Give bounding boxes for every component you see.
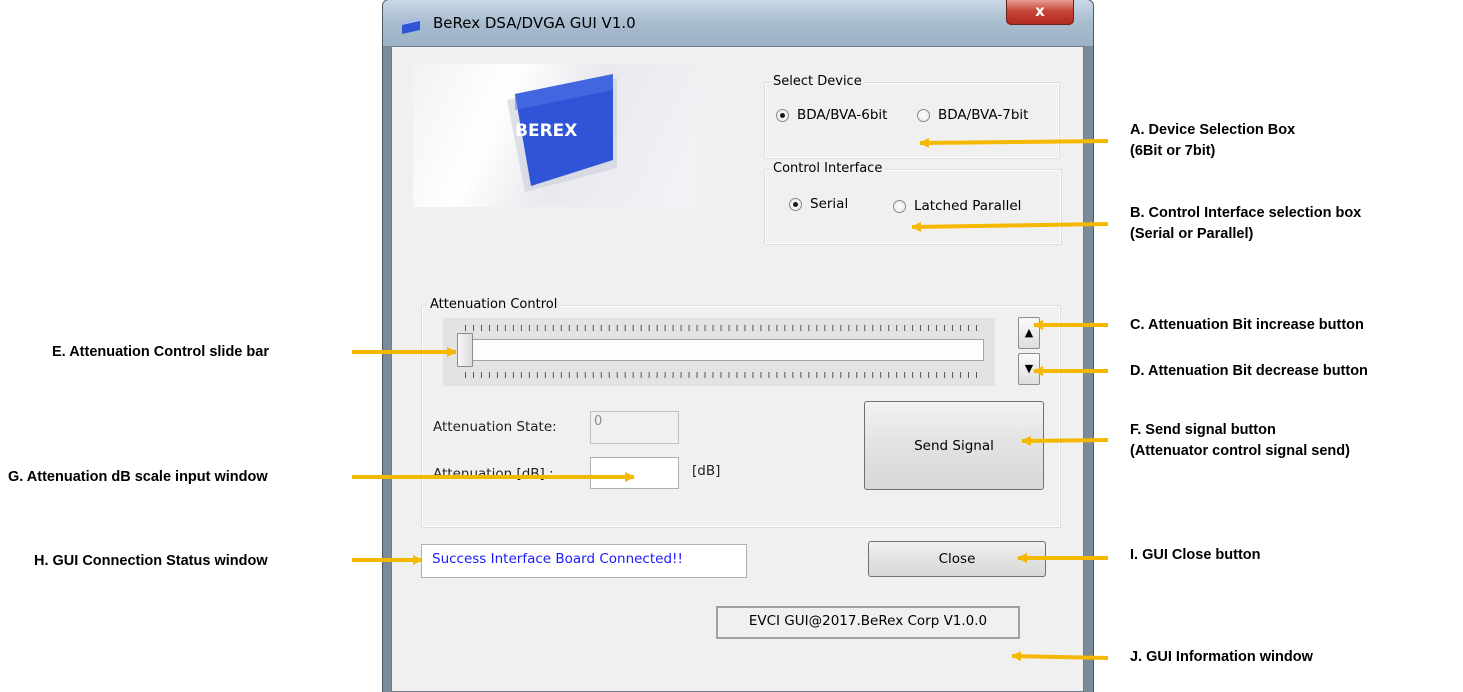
radio-latched-parallel-indicator[interactable] xyxy=(893,199,906,213)
annotation-c: C. Attenuation Bit increase button xyxy=(1130,317,1364,333)
logo-text: BEREX xyxy=(515,121,577,141)
annotation-b-line2: (Serial or Parallel) xyxy=(1130,226,1254,242)
annotation-f: F. Send signal button (Attenuator contro… xyxy=(1130,420,1350,462)
annotation-j: J. GUI Information window xyxy=(1130,649,1313,665)
berex-logo: BEREX xyxy=(507,74,617,192)
send-signal-button[interactable]: Send Signal xyxy=(864,401,1044,490)
radio-serial[interactable]: Serial xyxy=(789,196,848,212)
radio-latched-parallel[interactable]: Latched Parallel xyxy=(893,198,1021,214)
radio-6bit-indicator[interactable] xyxy=(776,108,789,122)
radio-7bit-label: BDA/BVA-7bit xyxy=(938,107,1029,123)
attenuation-state-field: 0 xyxy=(590,411,679,444)
title-bar[interactable]: BeRex DSA/DVGA GUI V1.0 x xyxy=(383,0,1093,46)
slider-ticks-top xyxy=(465,325,977,331)
radio-serial-indicator[interactable] xyxy=(789,197,802,211)
annotation-f-line2: (Attenuator control signal send) xyxy=(1130,443,1350,459)
annotation-h: H. GUI Connection Status window xyxy=(34,553,268,569)
attenuation-db-input[interactable] xyxy=(590,457,679,489)
close-button[interactable]: Close xyxy=(868,541,1046,577)
slider-track[interactable] xyxy=(458,339,984,361)
annotation-b: B. Control Interface selection box (Seri… xyxy=(1130,203,1361,245)
annotation-a-line1: A. Device Selection Box xyxy=(1130,122,1296,138)
radio-7bit[interactable]: BDA/BVA-7bit xyxy=(917,107,1028,123)
attenuation-db-label: Attenuation [dB] : xyxy=(433,466,554,482)
attenuation-state-label: Attenuation State: xyxy=(433,419,557,435)
attenuation-decrease-button[interactable]: ▼ xyxy=(1018,353,1040,385)
attenuation-control-label: Attenuation Control xyxy=(428,297,560,313)
db-unit-label: [dB] xyxy=(692,463,721,479)
control-interface-group: Control Interface Serial Latched Paralle… xyxy=(764,161,1062,245)
annotation-i: I. GUI Close button xyxy=(1130,547,1261,563)
attenuation-increase-button[interactable]: ▲ xyxy=(1018,317,1040,349)
window-close-button[interactable]: x xyxy=(1006,0,1074,25)
annotation-a-line2: (6Bit or 7bit) xyxy=(1130,143,1216,159)
radio-latched-parallel-label: Latched Parallel xyxy=(914,198,1022,214)
select-device-label: Select Device xyxy=(771,74,864,90)
select-device-group: Select Device BDA/BVA-6bit BDA/BVA-7bit xyxy=(764,74,1060,159)
info-window: EVCI GUI@2017.BeRex Corp V1.0.0 xyxy=(716,606,1020,639)
control-interface-label: Control Interface xyxy=(771,161,885,177)
radio-7bit-indicator[interactable] xyxy=(917,108,930,122)
annotation-g: G. Attenuation dB scale input window xyxy=(8,469,268,485)
annotation-a: A. Device Selection Box (6Bit or 7bit) xyxy=(1130,120,1295,162)
annotation-d: D. Attenuation Bit decrease button xyxy=(1130,363,1368,379)
radio-6bit[interactable]: BDA/BVA-6bit xyxy=(776,107,887,123)
window-title: BeRex DSA/DVGA GUI V1.0 xyxy=(433,14,636,32)
annotation-e: E. Attenuation Control slide bar xyxy=(52,344,269,360)
radio-serial-label: Serial xyxy=(810,196,849,212)
annotation-b-line1: B. Control Interface selection box xyxy=(1130,205,1362,221)
slider-ticks-bottom xyxy=(465,372,977,378)
connection-status-field: Success Interface Board Connected!! xyxy=(421,544,747,578)
annotation-f-line1: F. Send signal button xyxy=(1130,422,1276,438)
slider-thumb[interactable] xyxy=(457,333,473,367)
radio-6bit-label: BDA/BVA-6bit xyxy=(797,107,888,123)
app-icon xyxy=(402,18,420,34)
